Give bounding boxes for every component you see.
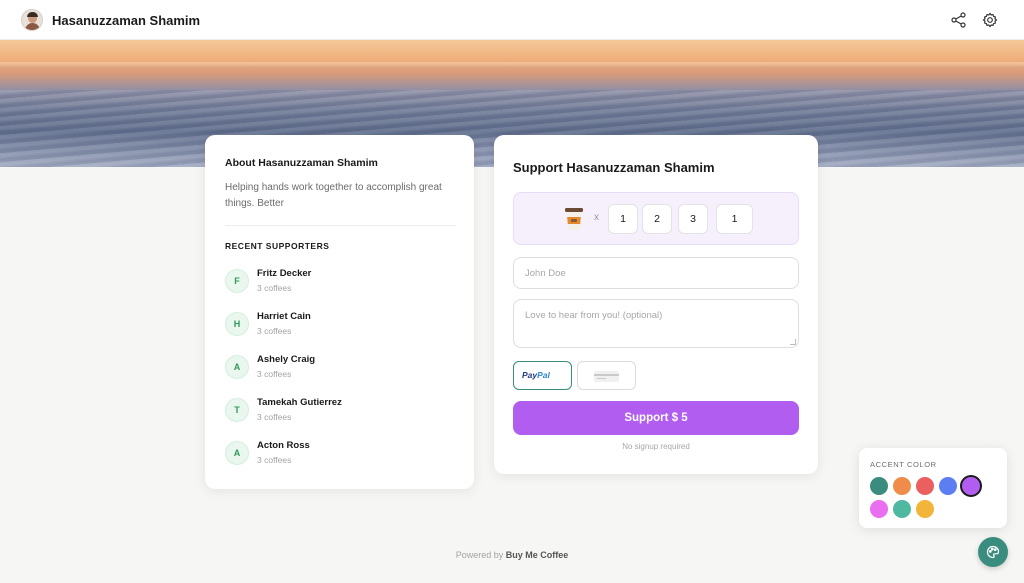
supporter-count: 3 coffees <box>257 326 292 336</box>
supporter-item: A Ashely Craig 3 coffees <box>225 351 456 394</box>
supporter-item: F Fritz Decker 3 coffees <box>225 265 456 308</box>
supporter-avatar: F <box>225 269 249 293</box>
about-card: About Hasanuzzaman Shamim Helping hands … <box>205 135 474 489</box>
quantity-option-1[interactable]: 1 <box>608 204 638 234</box>
supporter-item: T Tamekah Gutierrez 3 coffees <box>225 394 456 437</box>
supporter-name: Tamekah Gutierrez <box>257 397 342 408</box>
quantity-option-2[interactable]: 2 <box>642 204 672 234</box>
support-button[interactable]: Support $ 5 <box>513 401 799 435</box>
supporter-name: Ashely Craig <box>257 354 316 365</box>
accent-swatch[interactable] <box>916 500 934 518</box>
name-input[interactable]: John Doe <box>513 257 799 289</box>
supporter-count: 3 coffees <box>257 412 292 422</box>
supporter-count: 3 coffees <box>257 369 292 379</box>
palette-toggle-button[interactable] <box>978 537 1008 567</box>
supporters-list: F Fritz Decker 3 coffees H Harriet Cain … <box>225 265 456 480</box>
footer-prefix: Powered by <box>455 550 504 560</box>
message-textarea[interactable]: Love to hear from you! (optional) <box>513 299 799 348</box>
no-signup-note: No signup required <box>622 442 690 451</box>
accent-color-panel: ACCENT COLOR <box>859 448 1007 528</box>
credit-card-icon <box>594 371 619 382</box>
card-payment-button[interactable] <box>577 361 636 390</box>
accent-swatch[interactable] <box>893 500 911 518</box>
accent-color-label: ACCENT COLOR <box>870 460 937 469</box>
supporter-item: H Harriet Cain 3 coffees <box>225 308 456 351</box>
accent-swatch[interactable] <box>962 477 980 495</box>
accent-swatch[interactable] <box>870 500 888 518</box>
paypal-logo: PayPal <box>522 370 550 380</box>
top-bar: Hasanuzzaman Shamim <box>0 0 1024 40</box>
quantity-input[interactable]: 1 <box>716 204 753 234</box>
page-title: Hasanuzzaman Shamim <box>52 13 201 28</box>
supporter-avatar: A <box>225 355 249 379</box>
times-sign: x <box>594 212 599 223</box>
accent-swatch[interactable] <box>916 477 934 495</box>
about-description: Helping hands work together to accomplis… <box>225 182 442 209</box>
accent-swatch[interactable] <box>870 477 888 495</box>
coffee-cup-icon <box>562 206 586 232</box>
supporter-name: Acton Ross <box>257 440 310 451</box>
divider <box>225 225 456 226</box>
supporter-avatar: T <box>225 398 249 422</box>
supporter-avatar: H <box>225 312 249 336</box>
resize-handle[interactable] <box>790 339 796 345</box>
support-title: Support Hasanuzzaman Shamim <box>513 160 715 175</box>
paypal-button[interactable]: PayPal <box>513 361 572 390</box>
accent-swatch[interactable] <box>939 477 957 495</box>
supporter-item: A Acton Ross 3 coffees <box>225 437 456 480</box>
avatar[interactable] <box>21 9 43 31</box>
share-icon[interactable] <box>950 11 968 29</box>
supporter-name: Harriet Cain <box>257 311 311 322</box>
accent-swatch[interactable] <box>893 477 911 495</box>
footer: Powered by Buy Me Coffee <box>0 550 1024 560</box>
supporter-avatar: A <box>225 441 249 465</box>
supporter-count: 3 coffees <box>257 283 292 293</box>
recent-supporters-title: RECENT SUPPORTERS <box>225 241 330 251</box>
gear-icon[interactable] <box>981 11 999 29</box>
supporter-name: Fritz Decker <box>257 268 312 279</box>
message-placeholder: Love to hear from you! (optional) <box>525 310 663 321</box>
support-card: Support Hasanuzzaman Shamim x 1 2 3 1 Jo… <box>494 135 818 474</box>
supporter-count: 3 coffees <box>257 455 292 465</box>
coffee-selector: x 1 2 3 1 <box>513 192 799 245</box>
footer-brand-link[interactable]: Buy Me Coffee <box>506 550 569 560</box>
quantity-option-3[interactable]: 3 <box>678 204 708 234</box>
about-title: About Hasanuzzaman Shamim <box>225 157 378 169</box>
